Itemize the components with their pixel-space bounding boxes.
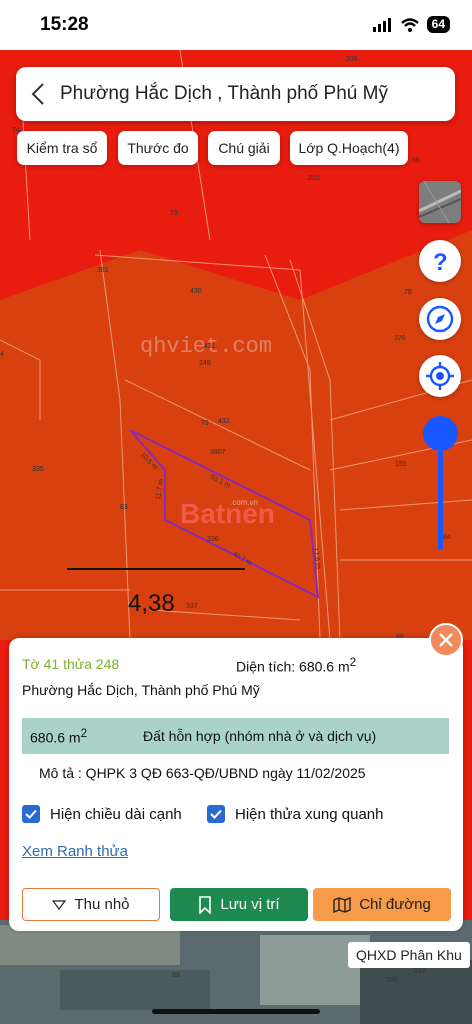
battery-indicator: 64 (426, 16, 450, 33)
planning-layer-button[interactable]: Lớp Q.Hoạch(4) (290, 131, 408, 165)
signal-icon (372, 17, 391, 32)
show-edges-checkbox[interactable]: Hiện chiều dài cạnh (22, 805, 182, 823)
status-time: 15:28 (40, 14, 89, 35)
parcel-number: 79 (201, 420, 209, 427)
chevron-left-icon (31, 83, 44, 105)
parcel-number: 335 (32, 466, 44, 473)
save-location-button[interactable]: Lưu vị trí (170, 888, 308, 921)
crosshair-icon (426, 362, 454, 390)
parcel-number: 430 (190, 288, 202, 295)
collapse-button[interactable]: Thu nhỏ (22, 888, 160, 921)
parcel-id: Tờ 41 thửa 248 (22, 656, 120, 672)
area-text: Diện tích: 680.6 m (236, 658, 350, 675)
parcel-number: 66 (412, 157, 420, 164)
opacity-slider-knob[interactable] (423, 416, 458, 451)
land-area-text: 680.6 m (30, 729, 81, 746)
parcel-number: 431 (204, 343, 216, 350)
search-bar[interactable]: Phường Hắc Dịch , Thành phố Phú Mỹ (16, 67, 455, 121)
parcel-number: 287 (414, 968, 426, 975)
bookmark-icon (199, 895, 212, 914)
save-location-label: Lưu vị trí (220, 896, 280, 913)
scale-value: 4,38 (128, 590, 175, 617)
parcel-number: 381 (97, 267, 109, 274)
parcel-number: 432 (218, 418, 230, 425)
parcel-number: 3807 (210, 449, 226, 456)
status-icons: 64 (372, 16, 450, 33)
home-indicator[interactable] (152, 1009, 320, 1014)
parcel-number: 376 (394, 335, 406, 342)
plan-description: Mô tả : QHPK 3 QĐ 663-QĐ/UBND ngày 11/02… (39, 765, 366, 781)
directions-label: Chỉ đường (359, 896, 431, 913)
status-bar: 15:28 64 (0, 0, 472, 50)
show-neighbors-checkbox[interactable]: Hiện thửa xung quanh (207, 805, 383, 823)
help-icon: ? (433, 249, 448, 276)
land-use-area: 680.6 m2 (30, 727, 87, 746)
parcel-number: 4 (0, 351, 4, 358)
parcel-number: 336 (207, 536, 219, 543)
wifi-icon (400, 17, 419, 32)
parcel-info-panel: Tờ 41 thửa 248 Diện tích: 680.6 m2 Phườn… (9, 638, 463, 931)
parcel-number: 73 (170, 210, 178, 217)
area-label: Diện tích: 680.6 m2 (236, 656, 356, 675)
checkbox-checked-icon (207, 805, 225, 823)
planning-type-badge: QHXD Phân Khu (348, 942, 470, 968)
close-icon (439, 633, 453, 647)
svg-text:?: ? (433, 249, 448, 276)
legend-button[interactable]: Chú giải (208, 131, 280, 165)
compass-button[interactable] (419, 298, 461, 340)
location-title: Phường Hắc Dịch , Thành phố Phú Mỹ (60, 83, 388, 104)
help-button[interactable]: ? (419, 240, 461, 282)
show-neighbors-label: Hiện thửa xung quanh (235, 805, 384, 823)
back-button[interactable] (16, 67, 60, 121)
collapse-label: Thu nhỏ (74, 896, 130, 913)
compass-icon (426, 305, 454, 333)
land-use-type: Đất hỗn hợp (nhóm nhà ở và dịch vụ) (143, 728, 377, 744)
parcel-number: 249 (199, 360, 211, 367)
parcel-number: 155 (395, 461, 407, 468)
land-use-row: 680.6 m2 Đất hỗn hợp (nhóm nhà ở và dịch… (22, 718, 449, 754)
land-area-unit-sup: 2 (80, 726, 88, 740)
parcel-address: Phường Hắc Dịch, Thành phố Phú Mỹ (22, 682, 260, 698)
view-boundary-link[interactable]: Xem Ranh thửa (22, 843, 128, 860)
parcel-number: 93 (172, 972, 180, 979)
parcel-number: 83 (120, 504, 128, 511)
logo-text: Batnen (180, 498, 275, 529)
close-panel-button[interactable] (429, 623, 463, 657)
parcel-number: 209 (346, 56, 358, 63)
checkbox-checked-icon (22, 805, 40, 823)
parcel-number: 84 (443, 534, 451, 541)
logo-sub: .com.vn (230, 498, 258, 507)
measure-button[interactable]: Thước đo (118, 131, 198, 165)
map-icon (333, 896, 351, 913)
satellite-layer-button[interactable] (419, 181, 461, 223)
directions-button[interactable]: Chỉ đường (313, 888, 451, 921)
triangle-down-icon (52, 899, 67, 910)
my-location-button[interactable] (419, 355, 461, 397)
area-unit-sup: 2 (349, 656, 357, 669)
check-book-button[interactable]: Kiểm tra sổ (17, 131, 107, 165)
parcel-number: 337 (186, 603, 198, 610)
satellite-thumbnail-icon (419, 181, 461, 223)
parcel-number: 210 (308, 175, 320, 182)
parcel-number: 286 (386, 977, 398, 984)
show-edges-label: Hiện chiều dài cạnh (50, 805, 182, 823)
parcel-number: 78 (404, 289, 412, 296)
